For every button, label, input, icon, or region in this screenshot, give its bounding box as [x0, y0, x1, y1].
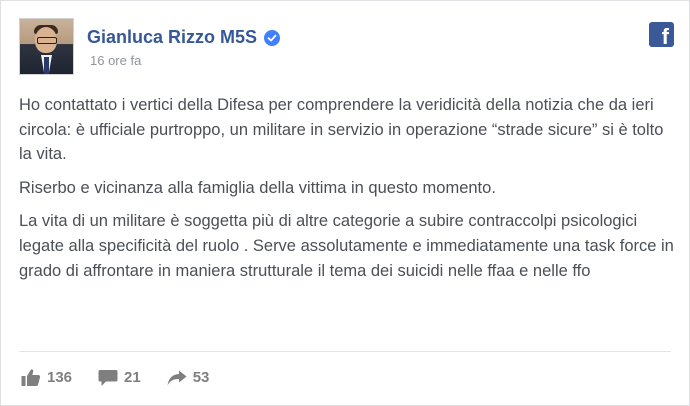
- divider: [19, 351, 671, 352]
- thumbs-up-icon: [21, 368, 41, 387]
- author-name-row: Gianluca Rizzo M5S: [87, 27, 281, 48]
- post-timestamp[interactable]: 16 ore fa: [90, 53, 141, 68]
- share-button[interactable]: 53: [167, 369, 210, 386]
- author-avatar[interactable]: [19, 18, 74, 75]
- author-name[interactable]: Gianluca Rizzo M5S: [87, 27, 257, 48]
- comment-icon: [98, 369, 118, 387]
- comment-button[interactable]: 21: [98, 369, 141, 387]
- reaction-bar: 136 21 53: [21, 368, 235, 387]
- facebook-logo-icon: f: [649, 22, 674, 49]
- like-button[interactable]: 136: [21, 368, 72, 387]
- share-icon: [167, 370, 187, 386]
- post-body: Ho contattato i vertici della Difesa per…: [19, 93, 679, 292]
- post-paragraph: Ho contattato i vertici della Difesa per…: [19, 96, 664, 164]
- comment-count: 21: [124, 369, 141, 386]
- post-paragraph: La vita di un militare è soggetta più di…: [19, 212, 674, 280]
- post-card: Gianluca Rizzo M5S 16 ore fa f Ho contat…: [0, 0, 690, 406]
- like-count: 136: [47, 369, 73, 386]
- share-count: 53: [192, 369, 210, 386]
- post-paragraph: Riserbo e vicinanza alla famiglia della …: [19, 178, 496, 197]
- verified-badge-icon: [264, 29, 281, 46]
